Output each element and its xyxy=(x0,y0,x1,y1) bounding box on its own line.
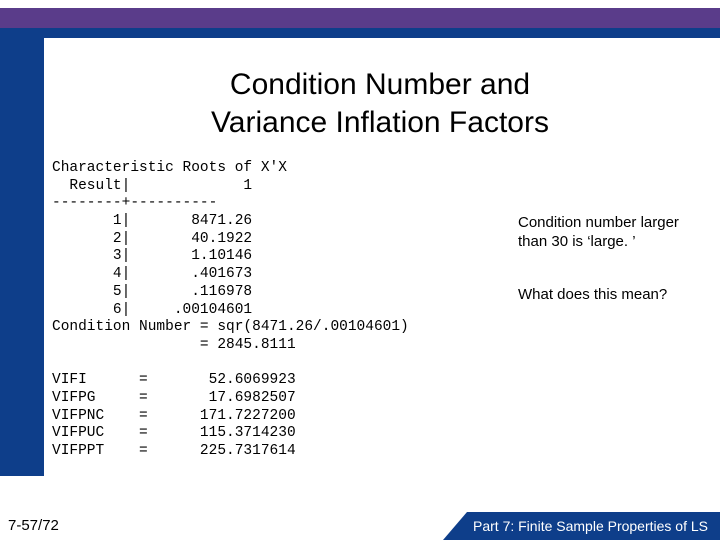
side-notes: Condition number larger than 30 is ‘larg… xyxy=(518,214,698,304)
note-question: What does this mean? xyxy=(518,286,698,305)
output-listing: Characteristic Roots of X'X Result| 1 --… xyxy=(52,160,452,461)
accent-stripe-purple xyxy=(0,8,720,28)
slide-title-line1: Condition Number and xyxy=(230,68,530,101)
note-condition-number: Condition number larger than 30 is ‘larg… xyxy=(518,214,698,252)
accent-stripe-blue xyxy=(0,28,720,38)
slide-title-line2: Variance Inflation Factors xyxy=(211,106,549,139)
footer-triangle xyxy=(443,512,467,540)
page-number: 7-57/72 xyxy=(8,517,59,534)
footer-right-wrap: Part 7: Finite Sample Properties of LS xyxy=(443,512,720,540)
slide-title: Condition Number and Variance Inflation … xyxy=(120,66,640,141)
section-label: Part 7: Finite Sample Properties of LS xyxy=(467,512,720,540)
footer: 7-57/72 Part 7: Finite Sample Properties… xyxy=(0,512,720,540)
slide: Condition Number and Variance Inflation … xyxy=(0,0,720,540)
accent-sidebar xyxy=(0,38,44,476)
